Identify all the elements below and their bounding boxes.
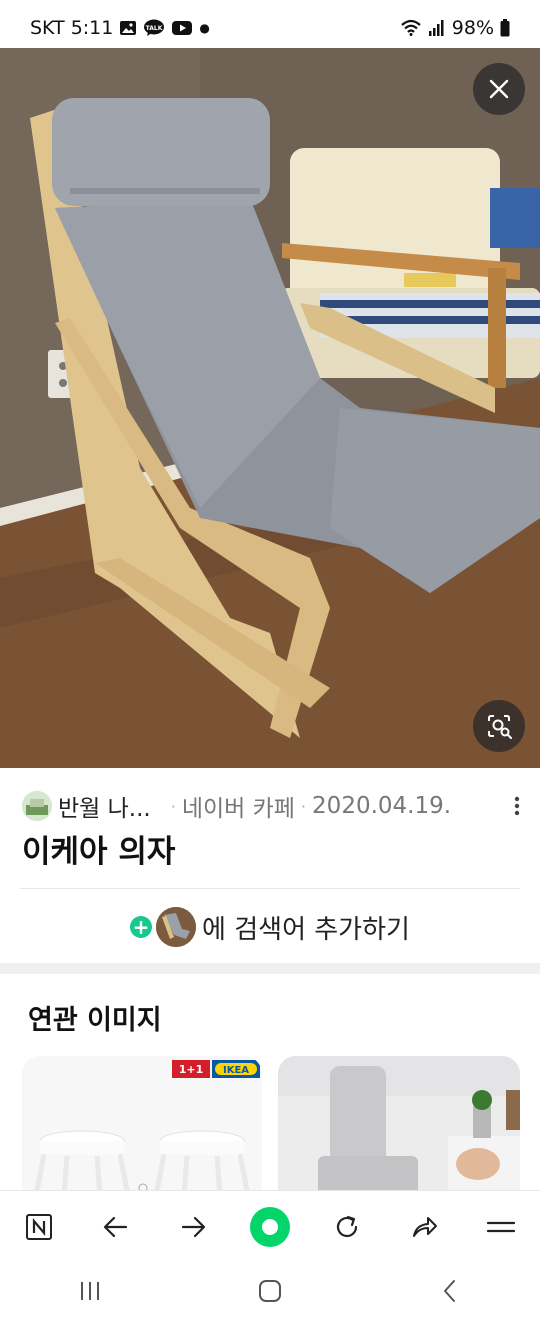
naver-home-button[interactable] (15, 1203, 63, 1251)
stool-image: 1+1 IKEA (22, 1056, 262, 1196)
source-row[interactable]: 반월 나... · 네이버 카페 · 2020.04.19. (22, 786, 522, 826)
close-button[interactable] (473, 63, 525, 115)
separator-dot: · (300, 796, 307, 816)
source-site[interactable]: 네이버 카페 (182, 789, 295, 823)
forward-arrow-icon (181, 1216, 205, 1238)
image-title[interactable]: 이케아 의자 (22, 826, 175, 871)
gallery-icon (120, 21, 137, 35)
home-green-icon (249, 1207, 290, 1247)
status-bar: SKT 5:11 TALK ● 98% (0, 0, 540, 50)
post-date: 2020.04.19. (312, 793, 452, 819)
home-nav-button[interactable] (246, 1267, 294, 1315)
signal-icon (428, 20, 444, 36)
refresh-button[interactable] (323, 1203, 371, 1251)
add-to-search-button[interactable]: + 에 검색어 추가하기 (0, 900, 540, 954)
home-nav-icon (259, 1280, 281, 1302)
add-search-label: 에 검색어 추가하기 (202, 914, 410, 945)
section-divider (0, 963, 540, 974)
back-nav-icon (444, 1280, 455, 1302)
svg-text:TALK: TALK (146, 25, 163, 32)
image-search-icon (488, 715, 512, 739)
plus-icon: + (130, 916, 153, 938)
browser-toolbar (0, 1190, 540, 1263)
refresh-icon (337, 1215, 358, 1238)
share-icon (413, 1217, 438, 1237)
close-icon (489, 79, 509, 99)
status-right: 98% (400, 17, 510, 39)
menu-button[interactable] (477, 1203, 525, 1251)
back-arrow-icon (103, 1216, 127, 1238)
carrier-time: SKT 5:11 (30, 17, 114, 39)
main-photo[interactable] (0, 48, 540, 768)
deal-badge: 1+1 (179, 1063, 204, 1076)
forward-button[interactable] (169, 1203, 217, 1251)
recent-apps-icon (81, 1282, 99, 1300)
recent-apps-button[interactable] (66, 1267, 114, 1315)
share-button[interactable] (400, 1203, 448, 1251)
related-images-heading: 연관 이미지 (28, 1005, 162, 1036)
related-image-card[interactable] (278, 1056, 520, 1196)
back-button[interactable] (92, 1203, 140, 1251)
system-navigation-bar (0, 1262, 540, 1320)
wifi-icon (401, 19, 421, 36)
divider (20, 888, 520, 889)
more-options-button[interactable] (512, 792, 522, 820)
menu-icon (487, 1221, 516, 1233)
back-nav-button[interactable] (426, 1267, 474, 1315)
battery-percent: 98% (451, 17, 494, 39)
lens-search-button[interactable] (473, 700, 525, 752)
more-vertical-icon (514, 796, 520, 816)
talk-icon: TALK (144, 19, 165, 36)
chair-thumbnail (156, 907, 197, 947)
chair-cover-image (278, 1056, 520, 1196)
related-image-card[interactable]: 1+1 IKEA (22, 1056, 262, 1196)
status-left: SKT 5:11 TALK ● (30, 17, 210, 39)
green-dot-button[interactable] (246, 1203, 294, 1251)
battery-icon (500, 19, 510, 37)
notification-dot: ● (199, 21, 210, 35)
separator-dot: · (170, 796, 176, 816)
source-name[interactable]: 반월 나... (58, 789, 151, 823)
naver-n-icon (25, 1214, 52, 1240)
ikea-badge: IKEA (223, 1065, 249, 1076)
cafe-avatar (22, 791, 52, 821)
youtube-icon (172, 21, 193, 35)
chair-photo-illustration (0, 48, 540, 768)
